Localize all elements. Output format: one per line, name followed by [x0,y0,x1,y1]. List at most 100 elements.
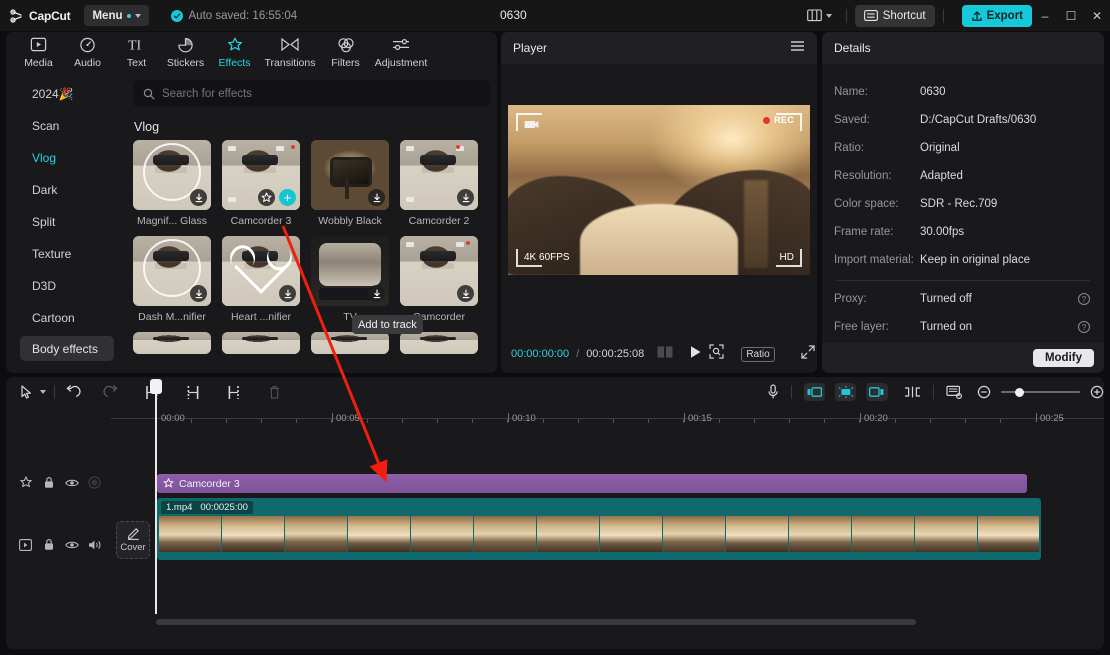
ratio-button[interactable]: Ratio [741,346,775,362]
undo-button[interactable] [65,385,81,399]
effect-item-tv[interactable]: TV [311,236,389,323]
delete-button[interactable] [268,385,281,400]
current-timecode[interactable]: 00:00:00:00 [511,348,569,360]
effect-thumbnail[interactable] [133,332,211,354]
crop-button[interactable] [945,385,963,399]
tab-stickers[interactable]: Stickers [161,32,210,69]
cover-button[interactable]: Cover [116,521,150,559]
add-to-track-button[interactable]: + [279,189,296,206]
help-icon[interactable]: ? [1078,321,1090,333]
effect-item-heart-magnifier[interactable]: Heart ...nifier [222,236,300,323]
auto-cut-button[interactable] [803,383,826,401]
effect-thumbnail[interactable] [222,332,300,354]
category-dark[interactable]: Dark [6,174,126,206]
close-button[interactable]: ✕ [1084,0,1110,31]
tab-media[interactable]: Media [14,32,63,69]
download-icon[interactable] [190,189,207,206]
effect-item-camcorder[interactable]: Camcorder [400,236,478,323]
category-scan[interactable]: Scan [6,110,126,142]
minimize-button[interactable]: – [1032,0,1058,31]
effect-thumbnail[interactable] [133,236,211,306]
download-icon[interactable] [457,285,474,302]
effect-thumbnail[interactable]: + [222,140,300,210]
shortcut-button[interactable]: Shortcut [854,4,935,27]
effect-item[interactable] [311,332,389,354]
download-icon[interactable] [457,189,474,206]
maximize-button[interactable]: ☐ [1058,0,1084,31]
keyframe-button[interactable] [866,383,888,401]
effect-track-icon[interactable] [18,475,33,490]
auto-captions-button[interactable] [835,383,857,401]
effect-thumbnail[interactable] [311,140,389,210]
effect-item[interactable] [133,332,211,354]
download-icon[interactable] [279,285,296,302]
download-icon[interactable] [190,285,207,302]
export-button[interactable]: Export [961,4,1032,27]
select-tool-button[interactable] [20,385,33,399]
help-icon[interactable]: ? [1078,293,1090,305]
record-voiceover-button[interactable] [767,384,779,400]
effect-item-dash-magnifier[interactable]: Dash M...nifier [133,236,211,323]
category-2024[interactable]: 2024🎉 [6,78,126,110]
menu-button[interactable]: Menu [84,5,149,26]
tab-transitions[interactable]: Transitions [259,32,321,69]
redo-button[interactable] [103,385,119,399]
tab-text[interactable]: TI Text [112,32,161,70]
category-body-effects[interactable]: Body effects [20,336,114,361]
effect-thumbnail[interactable] [311,332,389,354]
lock-icon[interactable] [41,475,56,490]
split-clip-button[interactable] [904,386,921,398]
volume-icon[interactable] [87,537,102,552]
tab-adjustment[interactable]: Adjustment [370,32,432,69]
trim-right-button[interactable] [227,385,241,400]
effect-item[interactable] [222,332,300,354]
effect-item-wobbly-black[interactable]: Wobbly Black [311,140,389,227]
effect-thumbnail[interactable] [311,236,389,306]
tool-dropdown-icon[interactable] [40,390,46,394]
category-texture[interactable]: Texture [6,238,126,270]
zoom-in-button[interactable] [1090,385,1104,399]
player-menu-icon[interactable] [790,39,805,57]
video-clip[interactable]: 1.mp4 00:0025:00 [157,498,1041,560]
effect-thumbnail[interactable] [133,140,211,210]
timeline-horizontal-scrollbar[interactable] [156,619,916,625]
zoom-out-button[interactable] [977,385,991,399]
effect-thumbnail[interactable] [400,332,478,354]
tab-effects[interactable]: Effects [210,32,259,69]
download-icon[interactable] [368,189,385,206]
category-split[interactable]: Split [6,206,126,238]
timeline-zoom-slider[interactable] [1000,386,1080,398]
download-icon[interactable] [368,285,385,302]
modify-button[interactable]: Modify [1032,349,1094,367]
tab-audio[interactable]: Audio [63,32,112,69]
frame-step-icon[interactable] [657,345,674,363]
fit-to-screen-button[interactable] [709,344,724,364]
eye-icon[interactable] [64,537,79,552]
favorite-icon[interactable] [258,189,275,206]
effect-thumbnail[interactable] [222,236,300,306]
trim-left-button[interactable] [186,385,200,400]
playhead[interactable] [150,379,162,614]
slider-thumb[interactable] [1014,387,1024,397]
playhead-handle[interactable] [150,379,162,394]
lock-icon[interactable] [41,537,56,552]
effect-item-magnifier-glass[interactable]: Magnif... Glass [133,140,211,227]
mute-pattern-icon[interactable] [87,475,102,490]
category-d3d[interactable]: D3D [6,270,126,302]
eye-icon[interactable] [64,475,79,490]
category-cartoon[interactable]: Cartoon [6,302,126,334]
effect-item[interactable] [400,332,478,354]
layout-switch-button[interactable] [801,9,838,22]
effect-clip[interactable]: Camcorder 3 [157,474,1027,493]
timeline-ruler[interactable]: 00:00 00:05 00:10 00:15 00:20 00:25 [6,407,1104,431]
effect-item-camcorder-2[interactable]: Camcorder 2 [400,140,478,227]
tab-filters[interactable]: Filters [321,32,370,69]
play-button[interactable] [689,345,702,364]
effect-thumbnail[interactable] [400,236,478,306]
effect-thumbnail[interactable] [400,140,478,210]
video-preview[interactable]: REC 4K 60FPS HD [508,105,810,275]
fullscreen-button[interactable] [801,344,815,364]
effect-item-camcorder-3[interactable]: + Camcorder 3 [222,140,300,227]
category-vlog[interactable]: Vlog [6,142,126,174]
video-track-icon[interactable] [18,537,33,552]
